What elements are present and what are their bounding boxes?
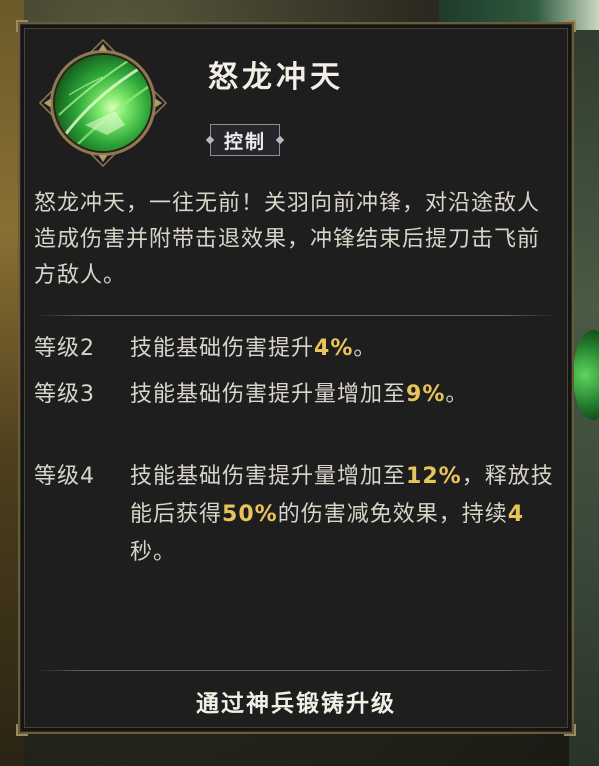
level-row-3: 等级3 技能基础伤害提升量增加至9%。 bbox=[34, 376, 558, 414]
level-effect: 技能基础伤害提升量增加至12%，释放技能后获得50%的伤害减免效果，持续4秒。 bbox=[130, 458, 558, 572]
frame-corner-ornament bbox=[564, 724, 576, 736]
effect-text: 的伤害减免效果，持续 bbox=[277, 502, 508, 527]
effect-text: 。 bbox=[445, 382, 469, 407]
effect-text: 技能基础伤害提升量增加至 bbox=[130, 464, 407, 489]
effect-value: 4% bbox=[314, 336, 354, 361]
divider bbox=[34, 670, 556, 671]
effect-text: 技能基础伤害提升 bbox=[130, 336, 315, 361]
green-slash-skill-icon bbox=[55, 55, 151, 151]
skill-type-label: 控制 bbox=[223, 130, 266, 153]
effect-value: 4 bbox=[507, 502, 525, 527]
level-row-2: 等级2 技能基础伤害提升4%。 bbox=[34, 330, 558, 368]
skill-description: 怒龙冲天，一往无前！关羽向前冲锋，对沿途敌人造成伤害并附带击退效果，冲锋结束后提… bbox=[34, 191, 541, 288]
slash-streaks-icon bbox=[58, 58, 151, 148]
frame-corner-ornament bbox=[16, 724, 28, 736]
effect-value: 12% bbox=[406, 464, 462, 489]
effect-text: 。 bbox=[353, 336, 377, 361]
game-screen: 怒龙冲天 控制 怒龙冲天，一往无前！关羽向前冲锋，对沿途敌人造成伤害并附带击退效… bbox=[0, 0, 599, 766]
level-label: 等级3 bbox=[34, 382, 95, 407]
frame-corner-ornament bbox=[564, 20, 576, 32]
upgrade-hint: 通过神兵锻铸升级 bbox=[196, 691, 396, 717]
level-effect: 技能基础伤害提升4%。 bbox=[130, 330, 558, 368]
skill-icon-container bbox=[38, 38, 168, 168]
effect-value: 9% bbox=[406, 382, 446, 407]
skill-type-badge: 控制 bbox=[210, 124, 280, 156]
level-label: 等级2 bbox=[34, 336, 95, 361]
effect-text: 技能基础伤害提升量增加至 bbox=[130, 382, 407, 407]
level-effect: 技能基础伤害提升量增加至9%。 bbox=[130, 376, 558, 414]
frame-corner-ornament bbox=[16, 20, 28, 32]
divider bbox=[34, 315, 556, 316]
effect-value: 50% bbox=[222, 502, 278, 527]
skill-tooltip-panel: 怒龙冲天 控制 怒龙冲天，一往无前！关羽向前冲锋，对沿途敌人造成伤害并附带击退效… bbox=[16, 20, 576, 736]
skill-name: 怒龙冲天 bbox=[208, 60, 344, 95]
effect-text: 秒。 bbox=[130, 540, 177, 565]
level-row-4: 等级4 技能基础伤害提升量增加至12%，释放技能后获得50%的伤害减免效果，持续… bbox=[34, 458, 558, 572]
level-label: 等级4 bbox=[34, 464, 95, 489]
